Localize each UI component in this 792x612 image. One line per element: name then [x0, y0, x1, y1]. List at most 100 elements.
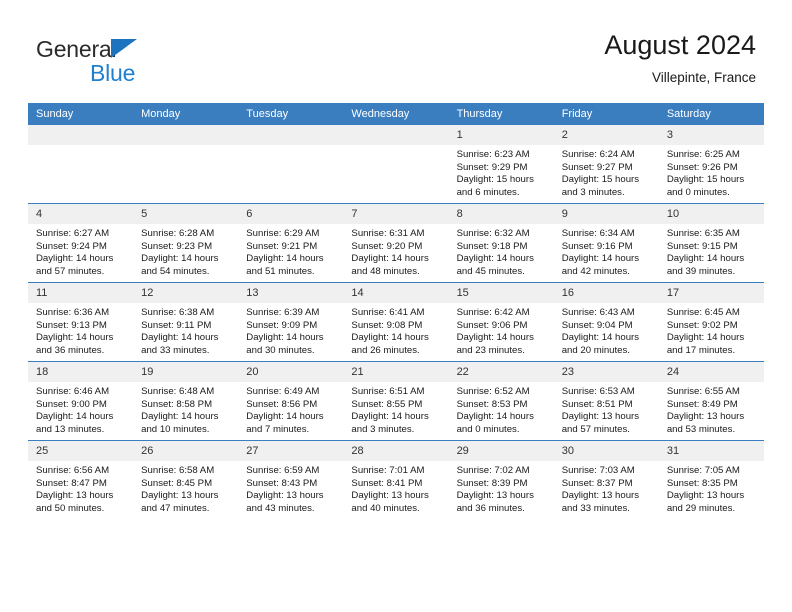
- day-details: Sunrise: 6:36 AM Sunset: 9:13 PM Daylight:…: [28, 303, 133, 357]
- day-cell[interactable]: 23 Sunrise: 6:53 AM Sunset: 8:51 PM Dayligh…: [553, 361, 659, 441]
- day-number: 8: [448, 204, 554, 224]
- day-cell[interactable]: 9 Sunrise: 6:34 AM Sunset: 9:16 PM Daylight…: [553, 203, 659, 283]
- daylight-text-line2: and 17 minutes.: [666, 344, 736, 356]
- day-cell[interactable]: 15 Sunrise: 6:42 AM Sunset: 9:06 PM Dayligh…: [448, 282, 554, 362]
- day-cell[interactable]: 26 Sunrise: 6:58 AM Sunset: 8:45 PM Dayligh…: [133, 440, 239, 519]
- daylight-text-line2: and 43 minutes.: [246, 502, 315, 514]
- day-details: Sunrise: 6:29 AM Sunset: 9:21 PM Daylight:…: [238, 224, 343, 278]
- day-number: 20: [238, 362, 344, 382]
- day-number: 29: [448, 441, 554, 461]
- daylight-text-line1: Daylight: 14 hours: [36, 411, 114, 423]
- sunrise-text: Sunrise: 7:05 AM: [666, 465, 740, 476]
- calendar-page: General Blue August 2024 Villepinte, Fra…: [0, 0, 792, 612]
- day-cell[interactable]: 24 Sunrise: 6:55 AM Sunset: 8:49 PM Dayligh…: [658, 361, 764, 441]
- sunrise-text: Sunrise: 6:32 AM: [456, 228, 530, 239]
- day-cell[interactable]: 10 Sunrise: 6:35 AM Sunset: 9:15 PM Dayligh…: [658, 203, 764, 283]
- day-details: Sunrise: 6:58 AM Sunset: 8:45 PM Daylight:…: [133, 461, 238, 515]
- day-cell[interactable]: 17 Sunrise: 6:45 AM Sunset: 9:02 PM Dayligh…: [658, 282, 764, 362]
- logo-triangle-icon: [111, 39, 137, 58]
- day-cell[interactable]: 14 Sunrise: 6:41 AM Sunset: 9:08 PM Dayligh…: [343, 282, 449, 362]
- daylight-text-line2: and 7 minutes.: [246, 423, 310, 435]
- sunset-text: Sunset: 9:23 PM: [141, 240, 213, 252]
- daylight-text-line2: and 29 minutes.: [666, 502, 736, 514]
- sunrise-text: Sunrise: 6:27 AM: [36, 228, 110, 239]
- daylight-text-line1: Daylight: 14 hours: [561, 253, 640, 265]
- sunset-text: Sunset: 9:04 PM: [561, 319, 633, 331]
- day-cell[interactable]: 20 Sunrise: 6:49 AM Sunset: 8:56 PM Dayligh…: [238, 361, 344, 441]
- daylight-text-line1: Daylight: 14 hours: [141, 253, 219, 265]
- day-cell[interactable]: 8 Sunrise: 6:32 AM Sunset: 9:18 PM Daylight…: [448, 203, 554, 283]
- day-cell[interactable]: 29 Sunrise: 7:02 AM Sunset: 8:39 PM Dayligh…: [448, 440, 554, 519]
- daylight-text-line2: and 36 minutes.: [36, 344, 105, 356]
- sunset-text: Sunset: 9:18 PM: [456, 240, 528, 252]
- daylight-text-line1: Daylight: 14 hours: [666, 332, 745, 344]
- day-details: Sunrise: 6:43 AM Sunset: 9:04 PM Daylight:…: [554, 303, 659, 357]
- sunrise-text: Sunrise: 6:53 AM: [561, 386, 635, 397]
- day-cell[interactable]: 28 Sunrise: 7:01 AM Sunset: 8:41 PM Dayligh…: [343, 440, 449, 519]
- day-cell[interactable]: 11 Sunrise: 6:36 AM Sunset: 9:13 PM Dayligh…: [28, 282, 134, 362]
- sunset-text: Sunset: 9:16 PM: [561, 240, 633, 252]
- daylight-text-line1: Daylight: 14 hours: [246, 332, 324, 344]
- day-cell[interactable]: 21 Sunrise: 6:51 AM Sunset: 8:55 PM Dayligh…: [343, 361, 449, 441]
- day-number: 5: [133, 204, 239, 224]
- sunrise-text: Sunrise: 6:48 AM: [141, 386, 215, 397]
- daylight-text-line2: and 39 minutes.: [666, 265, 736, 277]
- daylight-text-line2: and 57 minutes.: [561, 423, 630, 435]
- daylight-text-line2: and 47 minutes.: [141, 502, 210, 514]
- daylight-text-line1: Daylight: 13 hours: [666, 490, 745, 502]
- day-cell[interactable]: 1 Sunrise: 6:23 AM Sunset: 9:29 PM Daylight…: [448, 125, 554, 204]
- day-number: 18: [28, 362, 134, 382]
- day-cell[interactable]: 30 Sunrise: 7:03 AM Sunset: 8:37 PM Dayligh…: [553, 440, 659, 519]
- day-cell[interactable]: 7 Sunrise: 6:31 AM Sunset: 9:20 PM Daylight…: [343, 203, 449, 283]
- sunset-text: Sunset: 9:27 PM: [561, 161, 633, 173]
- day-cell[interactable]: 19 Sunrise: 6:48 AM Sunset: 8:58 PM Dayligh…: [133, 361, 239, 441]
- daylight-text-line1: Daylight: 14 hours: [456, 253, 534, 265]
- day-cell-empty: [133, 125, 239, 204]
- day-number: 11: [28, 283, 134, 303]
- day-cell[interactable]: 13 Sunrise: 6:39 AM Sunset: 9:09 PM Dayligh…: [238, 282, 344, 362]
- calendar-week-row: 4 Sunrise: 6:27 AM Sunset: 9:24 PM Daylight…: [28, 203, 764, 283]
- sunrise-text: Sunrise: 6:25 AM: [666, 149, 740, 160]
- day-cell[interactable]: 6 Sunrise: 6:29 AM Sunset: 9:21 PM Daylight…: [238, 203, 344, 283]
- day-number: [28, 125, 134, 145]
- sunset-text: Sunset: 9:13 PM: [36, 319, 107, 331]
- sunrise-text: Sunrise: 6:55 AM: [666, 386, 740, 397]
- sunset-text: Sunset: 8:45 PM: [141, 477, 213, 489]
- sunrise-text: Sunrise: 6:51 AM: [351, 386, 425, 397]
- calendar-week-row: 11 Sunrise: 6:36 AM Sunset: 9:13 PM Dayligh…: [28, 282, 764, 362]
- day-cell[interactable]: 2 Sunrise: 6:24 AM Sunset: 9:27 PM Daylight…: [553, 125, 659, 204]
- day-cell[interactable]: 12 Sunrise: 6:38 AM Sunset: 9:11 PM Dayligh…: [133, 282, 239, 362]
- daylight-text-line2: and 54 minutes.: [141, 265, 210, 277]
- day-number: 13: [238, 283, 344, 303]
- day-cell[interactable]: 31 Sunrise: 7:05 AM Sunset: 8:35 PM Dayligh…: [658, 440, 764, 519]
- day-cell[interactable]: 27 Sunrise: 6:59 AM Sunset: 8:43 PM Dayligh…: [238, 440, 344, 519]
- day-details: Sunrise: 6:59 AM Sunset: 8:43 PM Daylight:…: [238, 461, 343, 515]
- day-cell[interactable]: 5 Sunrise: 6:28 AM Sunset: 9:23 PM Daylight…: [133, 203, 239, 283]
- weekday-header-wednesday: Wednesday: [343, 103, 449, 125]
- weekday-header-monday: Monday: [133, 103, 239, 125]
- day-number: 27: [238, 441, 344, 461]
- daylight-text-line2: and 48 minutes.: [351, 265, 420, 277]
- day-details: Sunrise: 6:23 AM Sunset: 9:29 PM Daylight:…: [449, 145, 554, 199]
- day-details: Sunrise: 7:01 AM Sunset: 8:41 PM Daylight:…: [343, 461, 448, 515]
- day-cell[interactable]: 25 Sunrise: 6:56 AM Sunset: 8:47 PM Dayligh…: [28, 440, 134, 519]
- day-cell[interactable]: 22 Sunrise: 6:52 AM Sunset: 8:53 PM Dayligh…: [448, 361, 554, 441]
- day-number: [238, 125, 344, 145]
- day-cell[interactable]: 4 Sunrise: 6:27 AM Sunset: 9:24 PM Daylight…: [28, 203, 134, 283]
- day-cell-empty: [238, 125, 344, 204]
- daylight-text-line2: and 3 minutes.: [351, 423, 415, 435]
- daylight-text-line2: and 0 minutes.: [456, 423, 520, 435]
- day-cell[interactable]: 16 Sunrise: 6:43 AM Sunset: 9:04 PM Dayligh…: [553, 282, 659, 362]
- day-cell[interactable]: 3 Sunrise: 6:25 AM Sunset: 9:26 PM Daylight…: [658, 125, 764, 204]
- day-cell[interactable]: 18 Sunrise: 6:46 AM Sunset: 9:00 PM Dayligh…: [28, 361, 134, 441]
- daylight-text-line2: and 40 minutes.: [351, 502, 420, 514]
- sunrise-text: Sunrise: 6:38 AM: [141, 307, 215, 318]
- day-details: Sunrise: 7:05 AM Sunset: 8:35 PM Daylight:…: [659, 461, 764, 515]
- sunset-text: Sunset: 9:00 PM: [36, 398, 107, 410]
- day-number: 4: [28, 204, 134, 224]
- day-details: Sunrise: 6:27 AM Sunset: 9:24 PM Daylight:…: [28, 224, 133, 278]
- day-number: 9: [553, 204, 659, 224]
- day-cell-empty: [343, 125, 449, 204]
- daylight-text-line1: Daylight: 14 hours: [351, 411, 429, 423]
- sunset-text: Sunset: 8:56 PM: [246, 398, 318, 410]
